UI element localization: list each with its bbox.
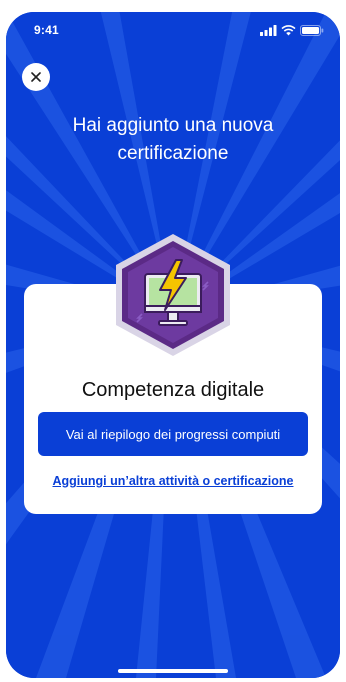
status-time: 9:41 [34,23,59,37]
close-icon [31,72,41,82]
signal-icon [260,25,277,36]
status-bar: 9:41 [6,12,340,46]
screen: 9:41 Hai aggiunto una nuova certificazio… [6,12,340,678]
home-indicator [118,669,228,673]
certification-name: Competenza digitale [81,379,265,401]
add-another-link[interactable]: Aggiungi un’altra attività o certificazi… [24,474,322,488]
page-title: Hai aggiunto una nuova certificazione [72,115,274,164]
close-button[interactable] [22,63,50,91]
digital-skills-badge-icon [116,234,230,356]
battery-icon [300,25,324,36]
wifi-icon [281,25,296,36]
progress-summary-button[interactable]: Vai al riepilogo dei progressi compiuti [38,412,308,456]
status-icons [260,25,324,36]
